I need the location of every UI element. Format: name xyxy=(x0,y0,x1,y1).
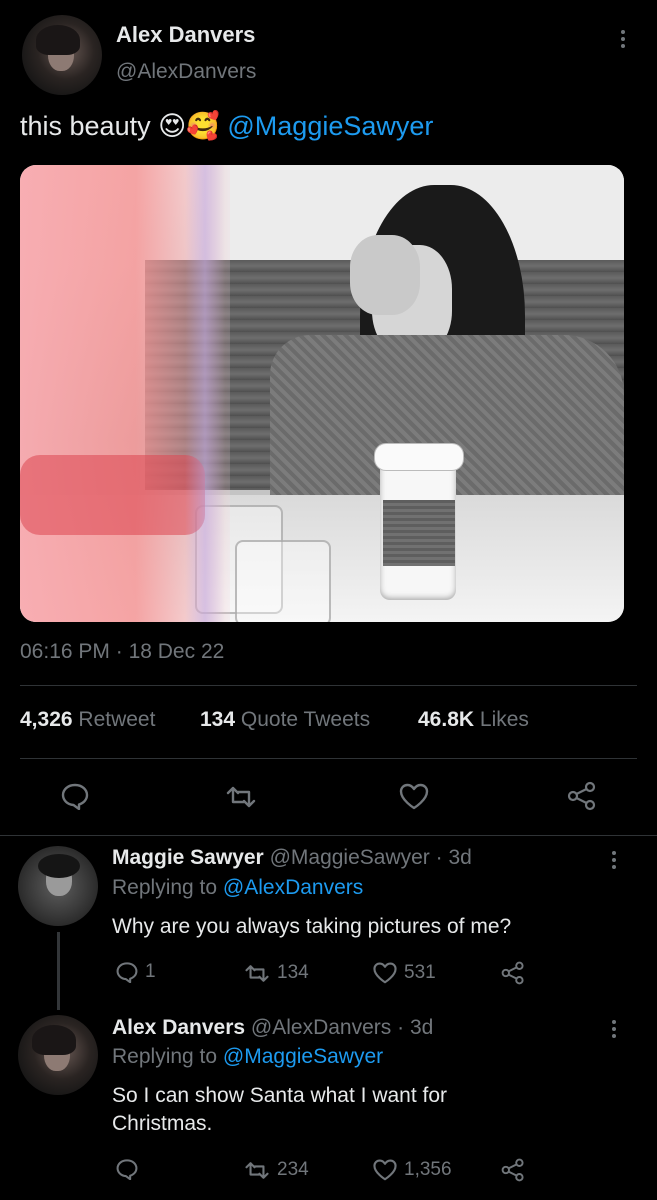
likes-label: Likes xyxy=(479,708,529,731)
author-avatar[interactable] xyxy=(22,15,102,95)
quotes-label: Quote Tweets xyxy=(240,708,371,731)
reply-author-handle[interactable]: @AlexDanvers xyxy=(251,1016,391,1039)
heart-icon xyxy=(399,783,429,810)
divider xyxy=(0,835,657,836)
reply-text: Why are you always taking pictures of me… xyxy=(112,915,512,938)
reply-share-button[interactable] xyxy=(500,1158,526,1182)
share-icon xyxy=(501,961,524,985)
reply-icon xyxy=(116,962,138,983)
reply-header: Alex Danvers @AlexDanvers · 3d xyxy=(112,1016,433,1040)
like-count: 1,356 xyxy=(404,1158,452,1180)
reply-retweet-button[interactable]: 234 xyxy=(243,1159,309,1181)
replying-to-handle[interactable]: @AlexDanvers xyxy=(223,876,363,899)
divider xyxy=(20,758,637,759)
reply-like-button[interactable]: 1,356 xyxy=(372,1158,452,1181)
retweets-label: Retweet xyxy=(78,708,156,731)
reply-author-name[interactable]: Alex Danvers xyxy=(112,1016,245,1039)
tweet-emoji: 😍🥰 xyxy=(158,111,220,141)
more-options-icon[interactable] xyxy=(611,851,617,869)
divider xyxy=(20,685,637,686)
retweet-count: 234 xyxy=(277,1159,309,1180)
reply-icon xyxy=(116,1159,138,1180)
replying-to-handle[interactable]: @MaggieSawyer xyxy=(223,1045,383,1068)
timestamp-separator: · xyxy=(115,640,123,663)
tweet-photo[interactable] xyxy=(20,165,624,622)
reply-like-button[interactable]: 531 xyxy=(372,961,436,984)
share-button[interactable] xyxy=(566,781,598,811)
retweets-stat[interactable]: 4,326 Retweet xyxy=(20,708,155,732)
heart-icon xyxy=(373,962,397,984)
tweet-text: this beauty 😍🥰 @MaggieSawyer xyxy=(20,110,433,142)
tweet-date: 18 Dec 22 xyxy=(128,640,225,663)
heart-icon xyxy=(373,1159,397,1181)
retweet-icon xyxy=(226,786,256,808)
reply-retweet-button[interactable]: 134 xyxy=(243,962,309,984)
reply-avatar[interactable] xyxy=(18,1015,98,1095)
author-name[interactable]: Alex Danvers xyxy=(116,22,255,48)
retweet-count: 134 xyxy=(277,962,309,983)
retweet-icon xyxy=(245,1161,269,1179)
retweet-button[interactable] xyxy=(224,784,258,810)
tweet-time: 06:16 PM xyxy=(20,640,110,663)
replying-to: Replying to @MaggieSawyer xyxy=(112,1045,383,1069)
reply-avatar[interactable] xyxy=(18,846,98,926)
reply-reply-button[interactable]: 1 xyxy=(115,961,156,983)
reply-author-name[interactable]: Maggie Sawyer xyxy=(112,846,264,869)
reply-age: · 3d xyxy=(435,846,472,869)
share-icon xyxy=(501,1158,524,1182)
like-button[interactable] xyxy=(398,782,430,810)
share-icon xyxy=(567,781,596,811)
quotes-count: 134 xyxy=(200,708,236,731)
tweet-timestamp[interactable]: 06:16 PM · 18 Dec 22 xyxy=(20,640,224,664)
tweet-mention[interactable]: @MaggieSawyer xyxy=(227,111,433,141)
more-options-icon[interactable] xyxy=(611,1020,617,1038)
thread-line xyxy=(57,932,60,1010)
tweet-text-body: this beauty xyxy=(20,111,151,141)
reply-count: 1 xyxy=(145,961,156,982)
replying-prefix: Replying to xyxy=(112,1045,218,1068)
replying-to: Replying to @AlexDanvers xyxy=(112,876,363,900)
retweets-count: 4,326 xyxy=(20,708,73,731)
reply-text: So I can show Santa what I want for Chri… xyxy=(112,1084,448,1135)
replying-prefix: Replying to xyxy=(112,876,218,899)
likes-count: 46.8K xyxy=(418,708,475,731)
reply-reply-button[interactable] xyxy=(115,1158,145,1180)
quotes-stat[interactable]: 134 Quote Tweets xyxy=(200,708,370,732)
retweet-icon xyxy=(245,964,269,982)
more-options-icon[interactable] xyxy=(620,30,626,48)
like-count: 531 xyxy=(404,961,436,983)
reply-header: Maggie Sawyer @MaggieSawyer · 3d xyxy=(112,846,472,870)
reply-button[interactable] xyxy=(60,782,90,810)
author-handle[interactable]: @AlexDanvers xyxy=(116,60,256,84)
reply-share-button[interactable] xyxy=(500,961,526,985)
likes-stat[interactable]: 46.8K Likes xyxy=(418,708,529,732)
reply-age: · 3d xyxy=(397,1016,434,1039)
reply-icon xyxy=(61,783,89,810)
reply-author-handle[interactable]: @MaggieSawyer xyxy=(270,846,430,869)
